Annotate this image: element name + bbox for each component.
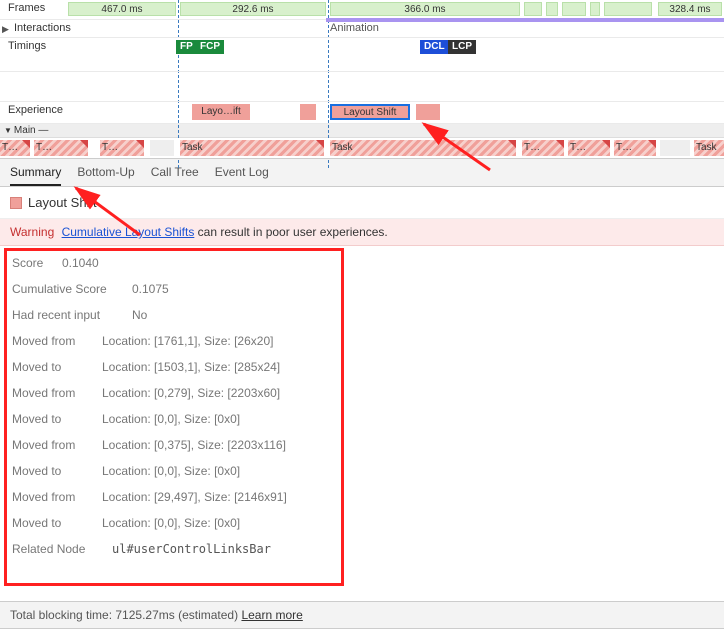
frame-block[interactable]: [524, 2, 542, 16]
task-block[interactable]: T…: [568, 140, 610, 156]
cumulative-key: Cumulative Score: [12, 282, 122, 296]
warning-label: Warning: [10, 225, 54, 239]
layout-shift-block[interactable]: Layo…ift: [192, 104, 250, 120]
layout-shift-block[interactable]: [300, 104, 316, 120]
task-block[interactable]: Task: [330, 140, 516, 156]
task-block[interactable]: Task: [180, 140, 324, 156]
tab-summary[interactable]: Summary: [10, 165, 61, 186]
timing-dcl[interactable]: DCL: [420, 40, 449, 54]
layout-shift-swatch: [10, 197, 22, 209]
move-row: Moved to Location: [0,0], Size: [0x0]: [0, 458, 724, 484]
interactions-track-label: Interactions: [14, 22, 71, 34]
tab-call-tree[interactable]: Call Tree: [151, 165, 199, 186]
related-node-value[interactable]: ul#userControlLinksBar: [112, 542, 271, 556]
score-value: 0.1040: [62, 256, 99, 270]
event-title: Layout Shift: [28, 195, 97, 210]
move-row: Moved to Location: [1503,1], Size: [285x…: [0, 354, 724, 380]
frame-block[interactable]: 292.6 ms: [180, 2, 326, 16]
animation-label: Animation: [330, 22, 379, 34]
frame-block[interactable]: [546, 2, 558, 16]
task-block[interactable]: Task: [694, 140, 724, 156]
frame-block[interactable]: 328.4 ms: [658, 2, 722, 16]
timing-lcp[interactable]: LCP: [448, 40, 476, 54]
frame-block[interactable]: 366.0 ms: [330, 2, 520, 16]
spacer-track: [0, 72, 724, 102]
timings-track: Timings FP FCP DCL LCP: [0, 38, 724, 72]
tab-event-log[interactable]: Event Log: [215, 165, 269, 186]
expand-icon[interactable]: ▶: [2, 24, 9, 35]
frame-block[interactable]: [590, 2, 600, 16]
task-block[interactable]: T…: [100, 140, 144, 156]
score-key: Score: [12, 256, 52, 270]
frame-block[interactable]: [562, 2, 586, 16]
layout-shift-block[interactable]: [416, 104, 440, 120]
frame-block[interactable]: [604, 2, 652, 16]
move-row: Moved to Location: [0,0], Size: [0x0]: [0, 406, 724, 432]
recent-input-key: Had recent input: [12, 308, 122, 322]
warning-suffix: can result in poor user experiences.: [194, 225, 387, 239]
footer-bar: Total blocking time: 7125.27ms (estimate…: [0, 601, 724, 628]
animation-bar[interactable]: [326, 18, 724, 22]
timing-fcp[interactable]: FCP: [196, 40, 224, 54]
move-row: Moved from Location: [29,497], Size: [21…: [0, 484, 724, 510]
collapse-icon: ▼: [4, 126, 12, 135]
timeline-area: Frames 467.0 ms 292.6 ms 366.0 ms 328.4 …: [0, 0, 724, 159]
task-block[interactable]: T…: [34, 140, 88, 156]
move-row: Moved from Location: [1761,1], Size: [26…: [0, 328, 724, 354]
frame-block[interactable]: 467.0 ms: [68, 2, 176, 16]
main-label: Main: [14, 125, 36, 136]
cumulative-row: Cumulative Score 0.1075: [0, 276, 724, 302]
move-row: Moved from Location: [0,279], Size: [220…: [0, 380, 724, 406]
move-row: Moved to Location: [0,0], Size: [0x0]: [0, 510, 724, 536]
timings-track-label: Timings: [8, 40, 46, 52]
recent-input-row: Had recent input No: [0, 302, 724, 328]
details-tabs: Summary Bottom-Up Call Tree Event Log: [0, 159, 724, 187]
experience-track-label: Experience: [8, 104, 63, 116]
tab-bottom-up[interactable]: Bottom-Up: [77, 165, 134, 186]
move-row: Moved from Location: [0,375], Size: [220…: [0, 432, 724, 458]
task-block[interactable]: [660, 140, 690, 156]
warning-banner: Warning Cumulative Layout Shifts can res…: [0, 219, 724, 246]
task-row: T… T… T… Task Task T… T… T… Task: [0, 138, 724, 158]
main-thread-header[interactable]: ▼Main —: [0, 124, 724, 138]
recent-input-value: No: [132, 308, 147, 322]
task-block[interactable]: T…: [0, 140, 30, 156]
task-block[interactable]: [150, 140, 174, 156]
details-pane: Score 0.1040 Cumulative Score 0.1075 Had…: [0, 246, 724, 568]
interactions-track: ▶ Interactions Animation: [0, 20, 724, 38]
experience-track: Experience Layo…ift Layout Shift: [0, 102, 724, 124]
related-node-row: Related Node ul#userControlLinksBar: [0, 536, 724, 562]
frames-track-label: Frames: [8, 2, 45, 14]
related-node-key: Related Node: [12, 542, 102, 556]
cls-link[interactable]: Cumulative Layout Shifts: [62, 225, 195, 239]
learn-more-link[interactable]: Learn more: [241, 608, 302, 622]
timing-fp[interactable]: FP: [176, 40, 197, 54]
task-block[interactable]: T…: [614, 140, 656, 156]
frames-track: Frames 467.0 ms 292.6 ms 366.0 ms 328.4 …: [0, 0, 724, 20]
cumulative-value: 0.1075: [132, 282, 169, 296]
event-subheader: Layout Shift: [0, 187, 724, 219]
task-block[interactable]: T…: [522, 140, 564, 156]
layout-shift-block-selected[interactable]: Layout Shift: [330, 104, 410, 120]
score-row: Score 0.1040: [0, 250, 724, 276]
blocking-time-text: Total blocking time: 7125.27ms (estimate…: [10, 608, 241, 622]
